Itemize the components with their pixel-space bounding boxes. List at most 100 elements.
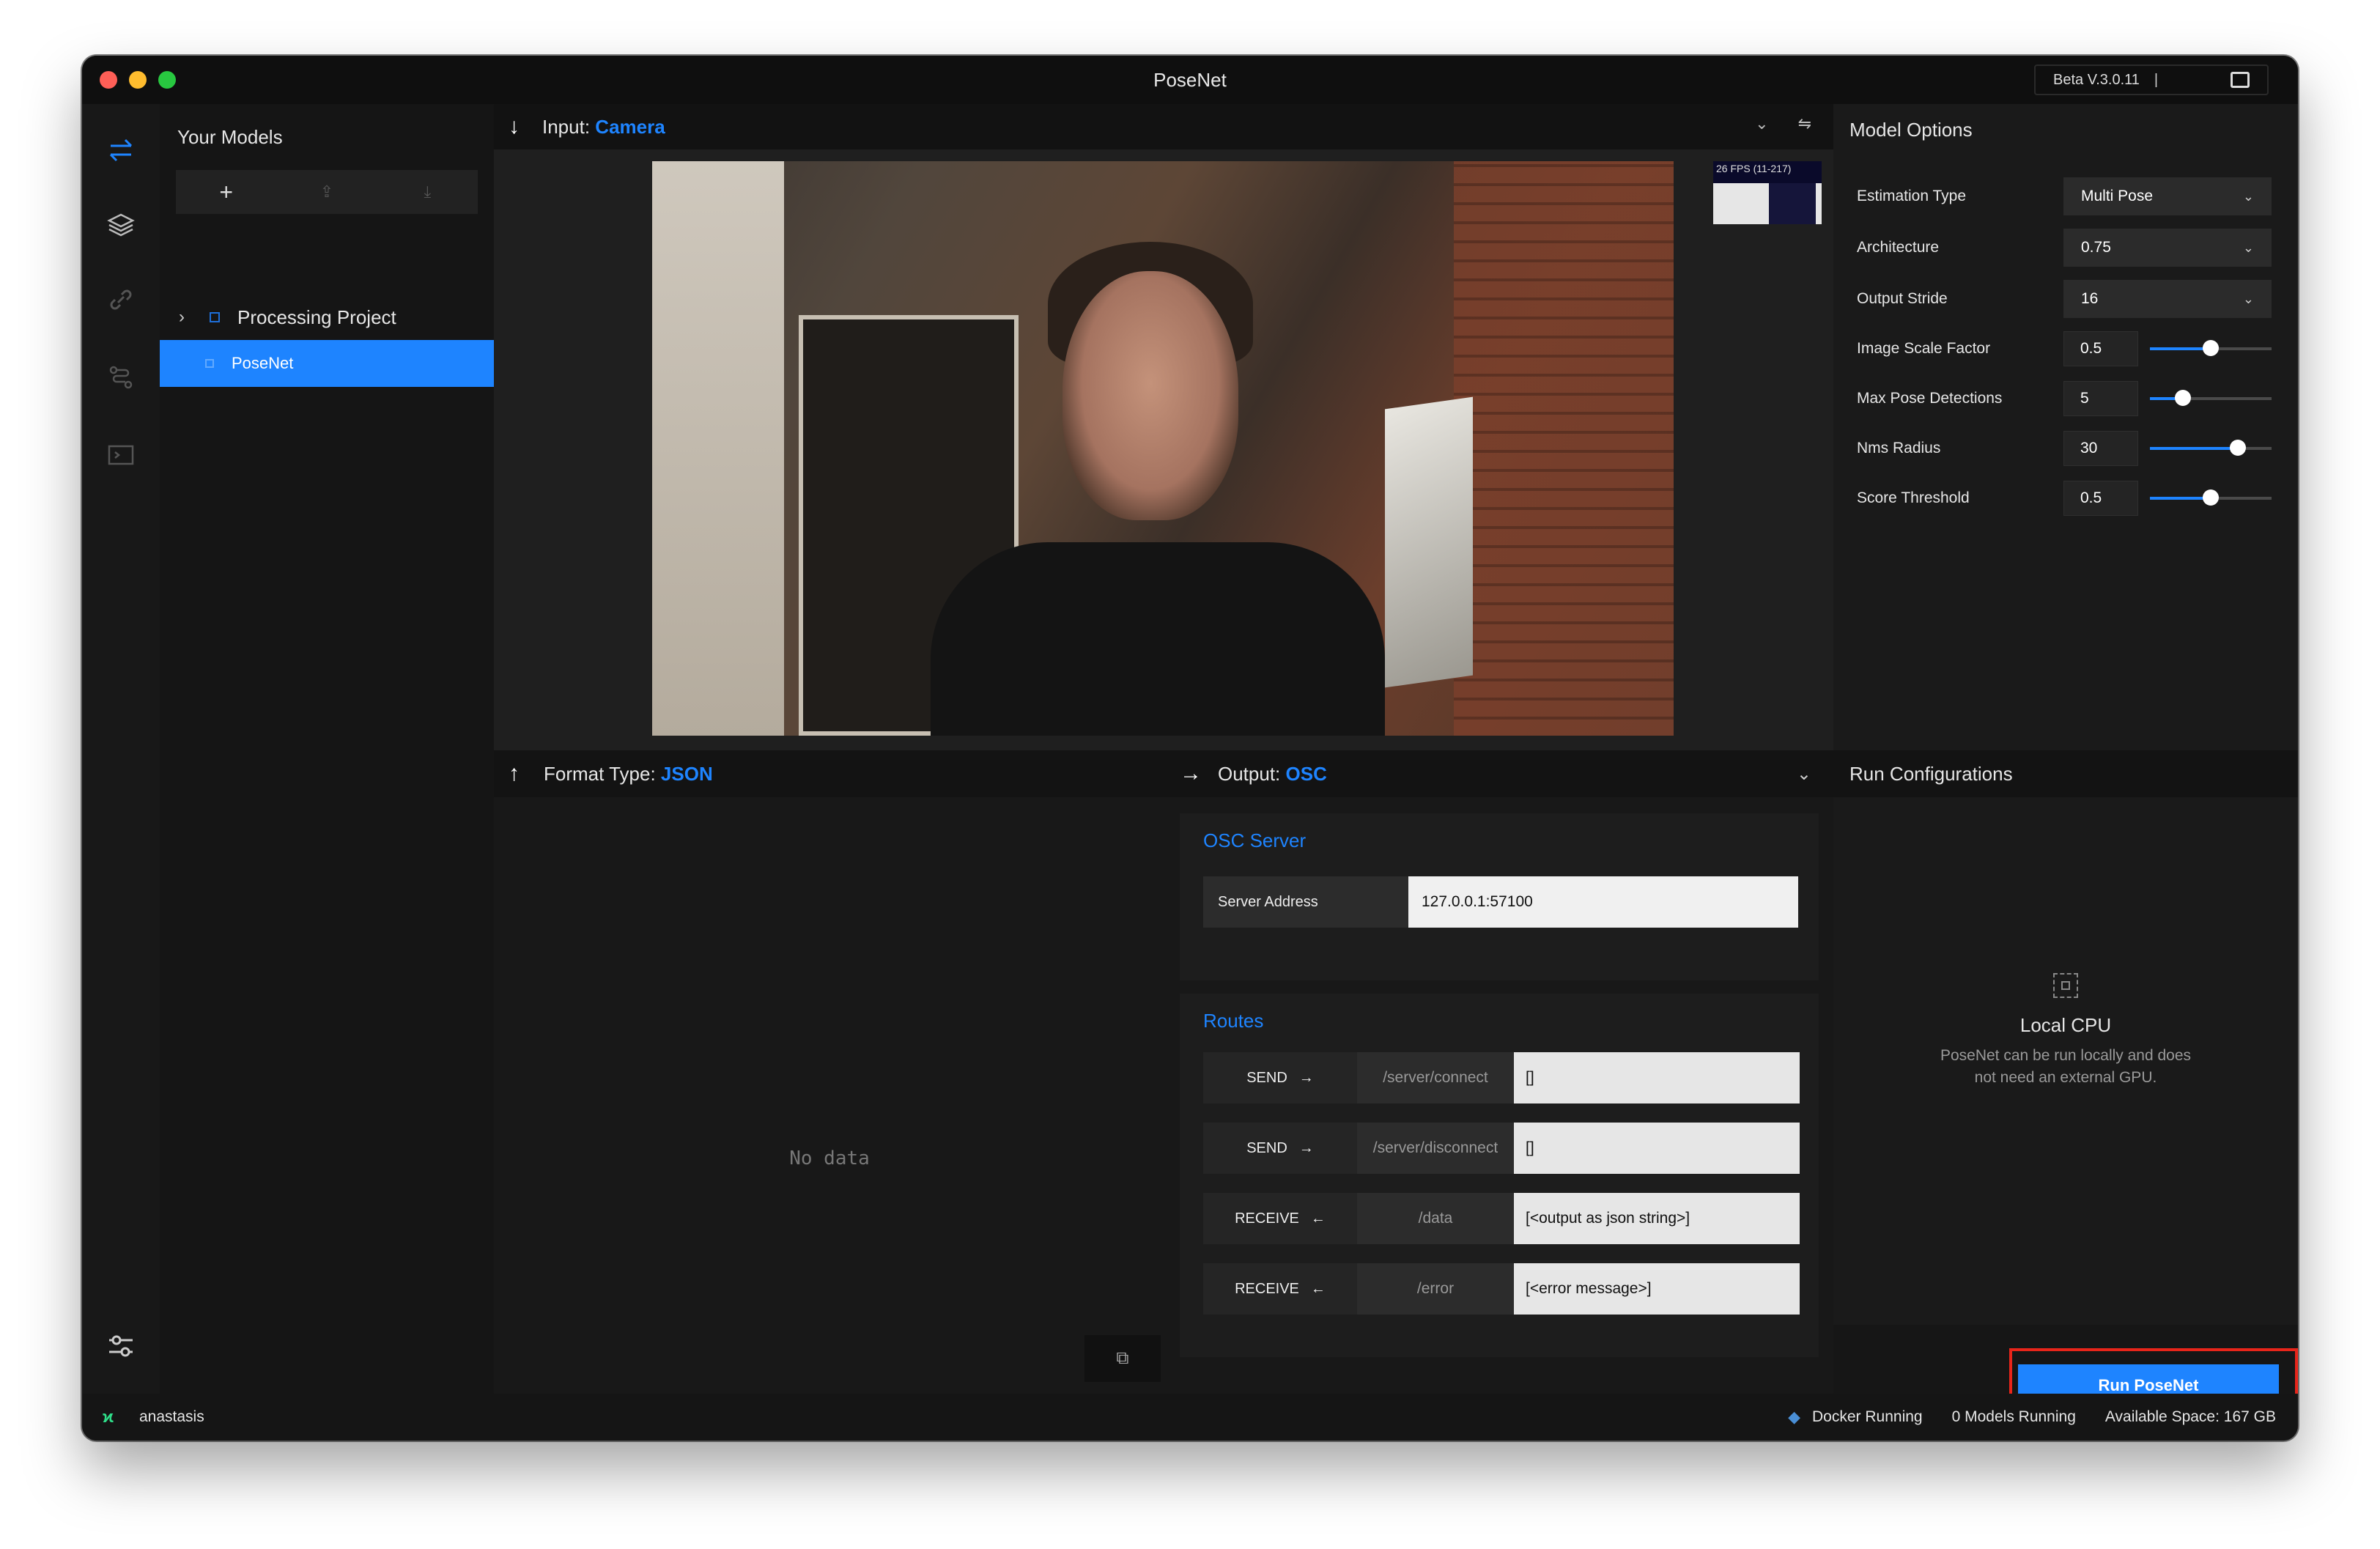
- cpu-icon: [2053, 973, 2078, 998]
- score-threshold-input[interactable]: 0.5: [2063, 481, 2138, 516]
- export-icon[interactable]: ⇪: [305, 182, 349, 202]
- version-separator: |: [2154, 71, 2159, 88]
- arrow-right-icon: →: [1180, 761, 1202, 785]
- select-value: 16: [2081, 290, 2099, 307]
- status-bar: ϰ anastasis ◆ Docker Running 0 Models Ru…: [82, 1394, 2298, 1441]
- layers-icon[interactable]: [104, 208, 138, 242]
- route-direction: RECEIVE ←: [1203, 1263, 1357, 1315]
- route-direction-label: SEND: [1246, 1139, 1287, 1156]
- chevron-down-icon: ⌄: [2242, 188, 2254, 204]
- chevron-down-icon[interactable]: ⌄: [1755, 114, 1768, 133]
- model-item-posenet[interactable]: PoseNet: [160, 340, 494, 387]
- project-item[interactable]: › Processing Project: [160, 295, 494, 340]
- route-row: RECEIVE ← /error [<error message>]: [1203, 1263, 1800, 1315]
- route-path: /server/connect: [1357, 1052, 1514, 1103]
- format-label: Format Type:: [544, 762, 656, 785]
- settings-sliders-icon[interactable]: [104, 1329, 138, 1363]
- route-value-input[interactable]: []: [1514, 1123, 1800, 1174]
- output-stride-select[interactable]: 16 ⌄: [2063, 280, 2272, 318]
- import-icon[interactable]: ⤓: [405, 182, 449, 202]
- option-label: Image Scale Factor: [1857, 340, 1991, 357]
- chevron-down-icon: ⌄: [2242, 291, 2254, 306]
- input-preview: 26 FPS (11-217): [494, 149, 1833, 750]
- username[interactable]: anastasis: [139, 1408, 204, 1426]
- image-scale-factor-row: Image Scale Factor 0.5: [1857, 330, 2282, 368]
- version-badge[interactable]: Beta V.3.0.11 |: [2034, 64, 2269, 95]
- version-label: Beta V.3.0.11: [2053, 71, 2140, 88]
- project-name: Processing Project: [237, 306, 396, 328]
- route-row: SEND → /server/disconnect []: [1203, 1123, 1800, 1174]
- input-source-select[interactable]: Camera: [595, 116, 665, 138]
- option-label: Architecture: [1857, 239, 1940, 256]
- route-value-input[interactable]: [<output as json string>]: [1514, 1193, 1800, 1244]
- image-scale-factor-slider[interactable]: [2150, 340, 2272, 356]
- select-value: Multi Pose: [2081, 188, 2154, 204]
- route-value-input[interactable]: [<error message>]: [1514, 1263, 1800, 1315]
- chevron-down-icon: ⌄: [2242, 240, 2254, 255]
- run-config-title: Run Configurations: [1849, 762, 2013, 785]
- server-address-label: Server Address: [1203, 876, 1408, 928]
- routes-title: Routes: [1203, 1010, 1264, 1032]
- run-config-panel: Local CPU PoseNet can be run locally and…: [1833, 797, 2298, 1394]
- format-output-view: No data ⧉: [494, 797, 1165, 1394]
- arrow-down-icon: ↓: [509, 114, 520, 138]
- nms-radius-input[interactable]: 30: [2063, 431, 2138, 466]
- route-path: /error: [1357, 1263, 1514, 1315]
- max-pose-detections-slider[interactable]: [2150, 390, 2272, 406]
- max-pose-detections-input[interactable]: 5: [2063, 381, 2138, 416]
- output-label: Output:: [1218, 762, 1281, 785]
- arrow-left-icon: ←: [1310, 1280, 1326, 1297]
- add-model-button[interactable]: +: [204, 179, 248, 206]
- score-threshold-slider[interactable]: [2150, 489, 2272, 506]
- route-value-input[interactable]: []: [1514, 1052, 1800, 1103]
- terminal-icon[interactable]: [104, 438, 138, 472]
- select-value: 0.75: [2081, 239, 2111, 256]
- cpu-description: PoseNet can be run locally and does not …: [1940, 1047, 2192, 1086]
- models-toolbar: + ⇪ ⤓: [176, 170, 478, 214]
- architecture-row: Architecture 0.75 ⌄: [1857, 229, 2282, 267]
- slider-knob[interactable]: [2203, 489, 2219, 506]
- arrow-right-icon: →: [1298, 1139, 1314, 1156]
- model-options-title: Model Options: [1849, 119, 1973, 141]
- fps-meter: 26 FPS (11-217): [1713, 161, 1822, 224]
- image-scale-factor-input[interactable]: 0.5: [2063, 331, 2138, 366]
- slider-knob[interactable]: [2203, 340, 2219, 356]
- link-icon[interactable]: [104, 283, 138, 317]
- slider-knob[interactable]: [2229, 440, 2246, 456]
- models-panel-title: Your Models: [177, 126, 283, 148]
- arrow-right-icon: →: [1298, 1069, 1314, 1086]
- input-header: ↓ Input: Camera ⌄ ⇋: [494, 104, 1833, 149]
- estimation-type-select[interactable]: Multi Pose ⌄: [2063, 177, 2272, 215]
- models-running-status: 0 Models Running: [1951, 1408, 2076, 1425]
- available-space: Available Space: 167 GB: [2104, 1408, 2276, 1425]
- feedback-chat-icon[interactable]: [2231, 72, 2250, 88]
- route-row: RECEIVE ← /data [<output as json string>]: [1203, 1193, 1800, 1244]
- output-header: → Output: OSC ⌄: [1165, 750, 1833, 797]
- workflow-icon[interactable]: [104, 361, 138, 394]
- osc-server-title: OSC Server: [1203, 829, 1307, 851]
- run-config-header: Run Configurations: [1833, 750, 2298, 797]
- slider-knob[interactable]: [2174, 390, 2191, 406]
- chevron-right-icon[interactable]: ›: [179, 307, 201, 328]
- route-path: /data: [1357, 1193, 1514, 1244]
- chevron-down-icon[interactable]: ⌄: [1797, 764, 1811, 785]
- route-row: SEND → /server/connect []: [1203, 1052, 1800, 1103]
- model-name: PoseNet: [232, 354, 294, 372]
- route-direction: SEND →: [1203, 1123, 1357, 1174]
- option-label: Score Threshold: [1857, 489, 1970, 506]
- cpu-title: Local CPU: [2019, 1014, 2112, 1036]
- arrow-left-icon: ←: [1310, 1210, 1326, 1227]
- models-transfer-icon[interactable]: [104, 133, 138, 167]
- option-label: Max Pose Detections: [1857, 390, 2003, 407]
- score-threshold-row: Score Threshold 0.5: [1857, 479, 2282, 517]
- server-address-input[interactable]: 127.0.0.1:57100: [1408, 876, 1798, 928]
- input-settings-icon[interactable]: ⇋: [1798, 114, 1811, 133]
- app-window: PoseNet Beta V.3.0.11 | Your Models + ⇪ …: [82, 56, 2298, 1441]
- output-type-select[interactable]: OSC: [1286, 763, 1327, 785]
- nms-radius-slider[interactable]: [2150, 440, 2272, 456]
- architecture-select[interactable]: 0.75 ⌄: [2063, 229, 2272, 267]
- route-direction: RECEIVE ←: [1203, 1193, 1357, 1244]
- model-options-panel: Model Options Estimation Type Multi Pose…: [1833, 104, 2298, 750]
- copy-icon[interactable]: ⧉: [1084, 1335, 1161, 1382]
- format-type-select[interactable]: JSON: [661, 763, 713, 785]
